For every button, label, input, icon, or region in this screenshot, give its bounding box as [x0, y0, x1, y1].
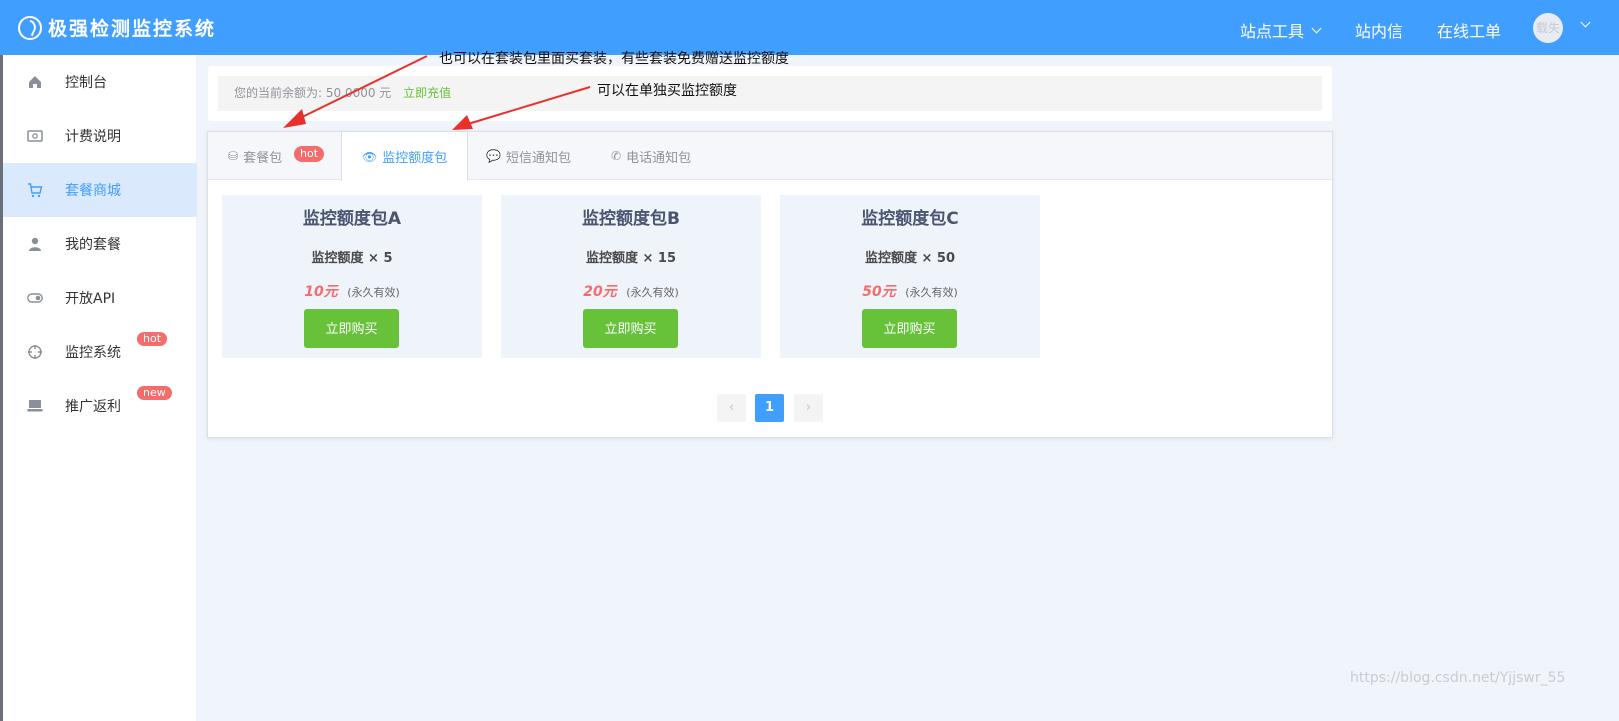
page-number-current[interactable]: 1: [755, 394, 784, 422]
package-card: 监控额度包C 监控额度 × 50 50元 (永久有效) 立即购买: [780, 195, 1040, 358]
sidebar-item-label: 监控系统: [65, 345, 121, 361]
user-menu-chevron-icon[interactable]: [1580, 17, 1591, 28]
package-price: 10元: [304, 284, 338, 300]
app-logo[interactable]: 极强检测监控系统: [18, 14, 216, 41]
buy-button[interactable]: 立即购买: [583, 309, 678, 348]
tab-label: 监控额度包: [382, 151, 448, 166]
package-validity: (永久有效): [626, 286, 679, 299]
avatar[interactable]: 载失: [1533, 13, 1563, 43]
tab-bar: ⛁ 套餐包 hot 👁 监控额度包 💬 短信通知包 ✆ 电话通知包: [208, 132, 1332, 181]
billing-icon: [27, 130, 43, 142]
toggle-icon: [27, 293, 43, 303]
package-quota: 监控额度 × 50: [864, 251, 956, 266]
sidebar-item-my-packages[interactable]: 我的套餐: [3, 217, 197, 271]
bundle-icon: ⛁: [228, 149, 239, 163]
crosshair-icon: [28, 345, 42, 359]
tab-label: 短信通知包: [505, 150, 571, 166]
watermark: https://blog.csdn.net/Yjjswr_55: [1350, 670, 1566, 686]
eye-icon: 👁: [362, 149, 378, 164]
balance-bar: 您的当前余额为: 50.0000 元 立即充值: [218, 76, 1322, 111]
nav-tickets[interactable]: 在线工单: [1437, 18, 1501, 42]
logo-mark-icon: [18, 15, 42, 40]
hot-badge: hot: [137, 332, 168, 346]
nav-site-tools-label: 站点工具: [1240, 22, 1305, 41]
annotation-note-bundles: 也可以在套装包里面买套装，有些套装免费赠送监控额度: [439, 51, 789, 67]
recharge-link[interactable]: 立即充值: [403, 86, 451, 100]
tab-bundles[interactable]: ⛁ 套餐包: [208, 132, 302, 180]
nav-tickets-label: 在线工单: [1437, 22, 1502, 41]
tab-quota[interactable]: 👁 监控额度包: [341, 132, 469, 181]
cart-icon: [28, 183, 43, 198]
chat-icon: 💬: [486, 149, 501, 163]
package-price: 20元: [583, 284, 617, 300]
balance-text: 您的当前余额为: 50.0000 元: [234, 86, 392, 100]
phone-icon: ✆: [611, 149, 622, 163]
package-title: 监控额度包A: [302, 209, 402, 229]
nav-site-tools[interactable]: 站点工具: [1240, 18, 1322, 42]
user-icon: [29, 237, 41, 251]
prev-page-button[interactable]: ‹: [717, 394, 746, 422]
sidebar-item-label: 我的套餐: [65, 237, 121, 253]
annotation-note-quota: 可以在单独买监控额度: [597, 83, 737, 99]
sidebar-item-label: 开放API: [65, 291, 116, 307]
sidebar-item-label: 推广返利: [65, 399, 121, 415]
package-card: 监控额度包B 监控额度 × 15 20元 (永久有效) 立即购买: [501, 195, 761, 358]
hot-badge: hot: [294, 146, 325, 162]
package-price-row: 20元 (永久有效): [501, 281, 761, 301]
next-page-button[interactable]: ›: [794, 394, 823, 422]
package-validity: (永久有效): [347, 286, 400, 299]
package-price-row: 50元 (永久有效): [780, 281, 1040, 301]
package-quota: 监控额度 × 15: [585, 251, 677, 266]
package-title: 监控额度包B: [582, 209, 680, 229]
package-quota: 监控额度 × 5: [311, 251, 393, 266]
store-card: ⛁ 套餐包 hot 👁 监控额度包 💬 短信通知包 ✆ 电话通知包 监控额度包A…: [207, 131, 1333, 438]
sidebar: 控制台 计费说明 套餐商城 我的套餐 开放API 监控系统 hot 推广返利 n…: [3, 55, 197, 721]
sidebar-item-dashboard[interactable]: 控制台: [3, 55, 197, 109]
package-validity: (永久有效): [905, 286, 958, 299]
buy-button[interactable]: 立即购买: [862, 309, 957, 348]
new-badge: new: [137, 386, 172, 400]
tab-label: 套餐包: [243, 150, 283, 166]
chevron-down-icon: [1311, 23, 1322, 33]
buy-button[interactable]: 立即购买: [304, 309, 399, 348]
sidebar-item-store[interactable]: 套餐商城: [3, 163, 197, 217]
package-price-row: 10元 (永久有效): [222, 281, 482, 301]
nav-messages-label: 站内信: [1355, 22, 1404, 41]
home-icon: [29, 76, 41, 88]
package-title: 监控额度包C: [861, 209, 959, 229]
sidebar-item-monitor[interactable]: 监控系统 hot: [3, 325, 197, 379]
package-card: 监控额度包A 监控额度 × 5 10元 (永久有效) 立即购买: [222, 195, 482, 358]
tab-sms[interactable]: 💬 短信通知包: [466, 132, 591, 180]
app-title: 极强检测监控系统: [48, 18, 217, 40]
sidebar-item-label: 控制台: [65, 75, 107, 91]
sidebar-item-billing[interactable]: 计费说明: [3, 109, 197, 163]
sidebar-item-label: 套餐商城: [65, 183, 121, 199]
top-header: 极强检测监控系统 站点工具 站内信 在线工单 载失: [0, 0, 1619, 55]
sidebar-item-api[interactable]: 开放API: [3, 271, 197, 325]
laptop-icon: [27, 400, 43, 412]
tab-label: 电话通知包: [626, 150, 692, 166]
sidebar-item-referral[interactable]: 推广返利 new: [3, 379, 197, 433]
sidebar-item-label: 计费说明: [65, 129, 121, 145]
nav-messages[interactable]: 站内信: [1355, 18, 1403, 42]
tab-phone[interactable]: ✆ 电话通知包: [591, 132, 711, 180]
package-price: 50元: [862, 284, 896, 300]
